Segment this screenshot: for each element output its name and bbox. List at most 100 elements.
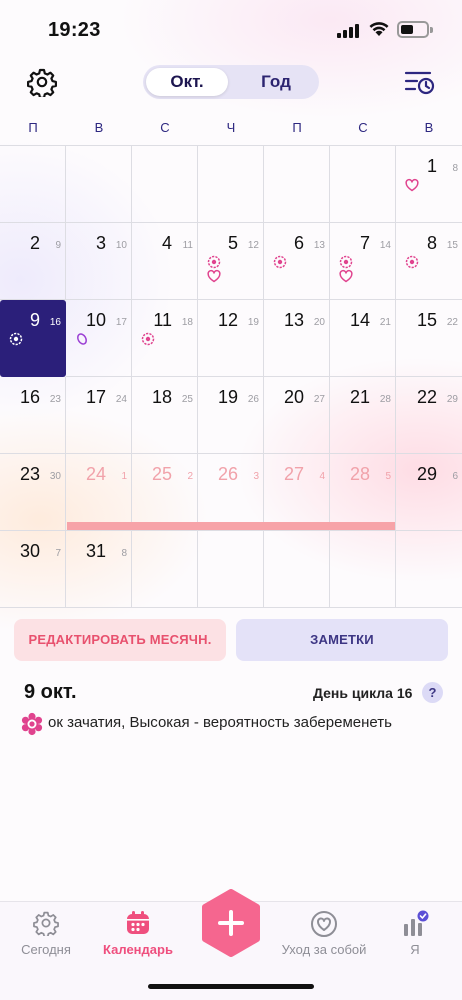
cycle-day-number: 29 xyxy=(446,394,458,405)
day-cell-14[interactable]: 14 21 xyxy=(330,300,396,377)
day-cell-29[interactable]: 29 6 xyxy=(396,454,462,531)
day-number: 10 xyxy=(85,310,106,330)
cycle-day-number: 10 xyxy=(115,240,127,251)
day-cell-18[interactable]: 18 25 xyxy=(132,377,198,454)
nav-today-label: Сегодня xyxy=(21,942,71,957)
day-cell-13[interactable]: 13 20 xyxy=(264,300,330,377)
day-cell-21[interactable]: 21 28 xyxy=(330,377,396,454)
day-cell-30[interactable]: 30 7 xyxy=(0,531,66,608)
cycle-day-number: 18 xyxy=(181,317,193,328)
list-clock-icon xyxy=(404,71,435,95)
cycle-day-number: 19 xyxy=(247,317,259,328)
weekday-label: В xyxy=(94,120,104,135)
cycle-history-button[interactable] xyxy=(403,67,437,97)
wifi-icon xyxy=(369,22,389,36)
gear-icon xyxy=(33,911,59,936)
day-number: 2 xyxy=(29,233,40,253)
day-number: 21 xyxy=(349,387,370,407)
fertile-flower-icon xyxy=(405,255,419,269)
day-number: 12 xyxy=(217,310,238,330)
cycle-day-number: 6 xyxy=(452,471,458,482)
fertile-flower-icon xyxy=(273,255,287,269)
help-button[interactable]: ? xyxy=(422,682,443,703)
empty-cell xyxy=(198,531,264,608)
fertile-flower-icon xyxy=(9,332,23,346)
day-number: 11 xyxy=(153,310,172,330)
day-cell-2[interactable]: 29 xyxy=(0,223,66,300)
day-cell-6[interactable]: 6 13 xyxy=(264,223,330,300)
status-bar: 19:23 xyxy=(0,0,462,60)
nav-calendar-label: Календарь xyxy=(103,942,173,957)
edit-period-button[interactable]: РЕДАКТИРОВАТЬ МЕСЯЧН. xyxy=(14,619,226,661)
day-number: 28 xyxy=(349,464,370,484)
cycle-day-number: 23 xyxy=(49,394,61,405)
day-number: 15 xyxy=(416,310,437,330)
day-cell-16[interactable]: 16 23 xyxy=(0,377,66,454)
fertile-flower-icon xyxy=(207,255,221,269)
day-cell-28[interactable]: 28 5 xyxy=(330,454,396,531)
add-button[interactable] xyxy=(200,889,262,957)
heart-icon xyxy=(207,269,221,283)
day-cell-23[interactable]: 23 30 xyxy=(0,454,66,531)
tab-month[interactable]: Окт. xyxy=(146,68,228,96)
nav-me[interactable]: Я xyxy=(390,902,440,972)
day-number: 16 xyxy=(19,387,40,407)
day-number: 20 xyxy=(283,387,304,407)
cycle-day-number: 9 xyxy=(55,240,61,251)
day-cell-19[interactable]: 19 26 xyxy=(198,377,264,454)
day-number: 30 xyxy=(19,541,40,561)
cycle-day-number: 26 xyxy=(247,394,259,405)
day-cell-20[interactable]: 20 27 xyxy=(264,377,330,454)
day-cell-31[interactable]: 31 8 xyxy=(66,531,132,608)
nav-calendar[interactable]: Календарь xyxy=(96,902,180,972)
day-number: 24 xyxy=(85,464,106,484)
empty-cell xyxy=(330,146,396,223)
day-cell-5[interactable]: 5 12 xyxy=(198,223,264,300)
empty-cell xyxy=(132,531,198,608)
empty-cell xyxy=(264,146,330,223)
day-cell-3[interactable]: 3 10 xyxy=(66,223,132,300)
settings-button[interactable] xyxy=(26,66,58,98)
fertile-flower-icon xyxy=(141,332,155,346)
nav-today[interactable]: Сегодня xyxy=(8,902,84,972)
cycle-day-number: 21 xyxy=(379,317,391,328)
day-cell-12[interactable]: 12 19 xyxy=(198,300,264,377)
cycle-day-number: 1 xyxy=(121,471,127,482)
weekday-label: С xyxy=(358,120,368,135)
cycle-day-number: 4 xyxy=(319,471,325,482)
day-number: 29 xyxy=(416,464,437,484)
fertility-info: ок зачатия, Высокая - вероятность забере… xyxy=(20,712,440,736)
day-cell-24[interactable]: 24 1 xyxy=(66,454,132,531)
day-cell-25[interactable]: 25 2 xyxy=(132,454,198,531)
day-cell-4[interactable]: 4 11 xyxy=(132,223,198,300)
nav-selfcare[interactable]: Уход за собой xyxy=(276,902,372,972)
day-number: 8 xyxy=(426,233,437,253)
day-cell-9[interactable]: 9 16 xyxy=(0,300,66,377)
day-cell-11[interactable]: 11 18 xyxy=(132,300,198,377)
day-cell-26[interactable]: 26 3 xyxy=(198,454,264,531)
weekday-label: П xyxy=(28,120,38,135)
day-cell-17[interactable]: 17 24 xyxy=(66,377,132,454)
weekday-label: Ч xyxy=(226,120,236,135)
cycle-day-number: 5 xyxy=(385,471,391,482)
weekday-header: П В С Ч П С В xyxy=(0,120,462,140)
cycle-day-number: 14 xyxy=(379,240,391,251)
empty-cell xyxy=(66,146,132,223)
cycle-day-label: День цикла 16 xyxy=(313,685,413,701)
day-cell-1[interactable]: 18 xyxy=(396,146,462,223)
empty-cell xyxy=(198,146,264,223)
day-cell-10[interactable]: 10 17 xyxy=(66,300,132,377)
day-number: 17 xyxy=(85,387,106,407)
empty-cell xyxy=(396,531,462,608)
cycle-day-number: 20 xyxy=(313,317,325,328)
notes-button[interactable]: ЗАМЕТКИ xyxy=(236,619,448,661)
day-cell-7[interactable]: 7 14 xyxy=(330,223,396,300)
day-cell-22[interactable]: 22 29 xyxy=(396,377,462,454)
day-cell-8[interactable]: 8 15 xyxy=(396,223,462,300)
egg-icon xyxy=(77,333,87,345)
day-cell-27[interactable]: 27 4 xyxy=(264,454,330,531)
cycle-day-number: 2 xyxy=(187,471,193,482)
weekday-label: П xyxy=(292,120,302,135)
tab-year[interactable]: Год xyxy=(233,65,319,99)
day-cell-15[interactable]: 15 22 xyxy=(396,300,462,377)
